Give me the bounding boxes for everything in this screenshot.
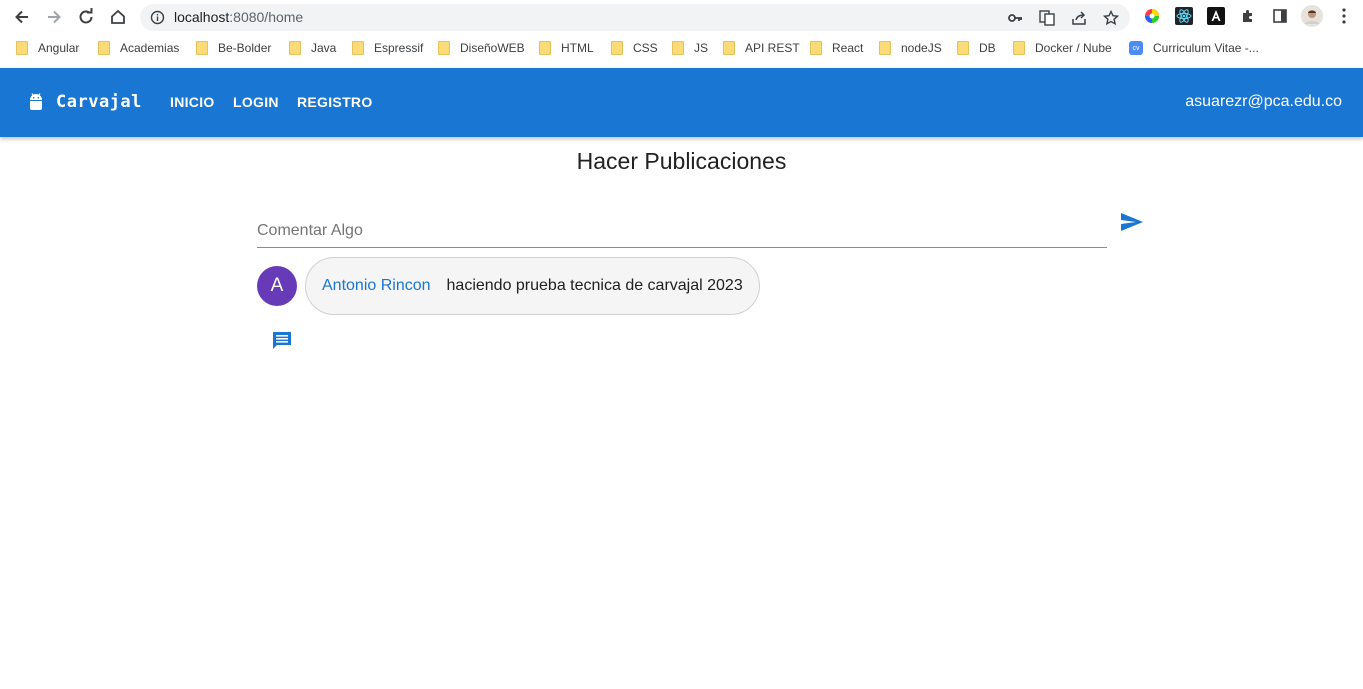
avatar: A bbox=[257, 266, 297, 306]
bookmark-label: Academias bbox=[120, 41, 180, 55]
bookmark-java[interactable]: Java bbox=[289, 41, 336, 55]
comment-field[interactable] bbox=[257, 216, 1107, 248]
star-icon[interactable] bbox=[1102, 9, 1120, 27]
nav-registro[interactable]: REGISTRO bbox=[297, 94, 373, 110]
address-bar[interactable]: localhost:8080/home bbox=[140, 4, 1130, 31]
share-icon[interactable] bbox=[1070, 9, 1088, 27]
side-panel-icon[interactable] bbox=[1271, 7, 1289, 25]
bookmark-label: Be-Bolder bbox=[218, 41, 272, 55]
android-icon bbox=[27, 92, 45, 112]
home-icon[interactable] bbox=[105, 5, 131, 29]
bookmark-disenoweb[interactable]: DiseñoWEB bbox=[438, 41, 525, 55]
nav-inicio[interactable]: INICIO bbox=[170, 94, 215, 110]
folder-icon bbox=[539, 41, 551, 55]
back-icon[interactable] bbox=[9, 5, 35, 29]
folder-icon bbox=[810, 41, 822, 55]
bookmark-be-bolder[interactable]: Be-Bolder bbox=[196, 41, 271, 55]
reply-button[interactable] bbox=[270, 329, 294, 351]
bookmark-label: HTML bbox=[561, 41, 594, 55]
folder-icon bbox=[957, 41, 969, 55]
bookmark-label: JS bbox=[694, 41, 709, 55]
folder-icon bbox=[352, 41, 364, 55]
bookmark-academias[interactable]: Academias bbox=[98, 41, 179, 55]
url-host: localhost bbox=[174, 9, 230, 25]
post-author[interactable]: Antonio Rincon bbox=[322, 277, 431, 295]
bookmark-api-rest[interactable]: API REST bbox=[723, 41, 800, 55]
bookmarks-bar: Angular Academias Be-Bolder Java Espress… bbox=[0, 34, 1363, 62]
bookmark-espressif[interactable]: Espressif bbox=[352, 41, 423, 55]
reload-icon[interactable] bbox=[73, 5, 99, 29]
send-button[interactable] bbox=[1119, 209, 1145, 235]
bookmark-label: Docker / Nube bbox=[1035, 41, 1112, 55]
profile-avatar-icon[interactable] bbox=[1301, 5, 1323, 27]
url-text[interactable]: localhost:8080/home bbox=[174, 9, 303, 26]
react-devtools-icon[interactable] bbox=[1175, 7, 1193, 25]
bookmark-react[interactable]: React bbox=[810, 41, 863, 55]
folder-icon bbox=[672, 41, 684, 55]
bookmark-angular[interactable]: Angular bbox=[16, 41, 79, 55]
bookmark-label: Angular bbox=[38, 41, 80, 55]
bookmark-css[interactable]: CSS bbox=[611, 41, 658, 55]
page-title: Hacer Publicaciones bbox=[576, 148, 787, 174]
bookmark-label: React bbox=[832, 41, 864, 55]
site-info-icon[interactable] bbox=[150, 10, 165, 25]
comment-input[interactable] bbox=[257, 216, 1107, 246]
bookmark-curriculum-vitae[interactable]: cv Curriculum Vitae -... bbox=[1129, 41, 1259, 55]
folder-icon bbox=[611, 41, 623, 55]
bookmark-docker-nube[interactable]: Docker / Nube bbox=[1013, 41, 1112, 55]
url-path: :8080/home bbox=[229, 9, 304, 25]
folder-icon bbox=[16, 41, 28, 55]
folder-icon bbox=[879, 41, 891, 55]
bookmark-label: DB bbox=[979, 41, 996, 55]
translate-icon[interactable] bbox=[1038, 9, 1056, 27]
bookmark-label: Java bbox=[311, 41, 337, 55]
forward-icon[interactable] bbox=[41, 5, 67, 29]
bookmark-label: Curriculum Vitae -... bbox=[1153, 41, 1259, 55]
bookmark-label: DiseñoWEB bbox=[460, 41, 525, 55]
brand-name[interactable]: Carvajal bbox=[56, 92, 142, 112]
bookmark-db[interactable]: DB bbox=[957, 41, 996, 55]
folder-icon bbox=[723, 41, 735, 55]
angular-devtools-icon[interactable] bbox=[1207, 7, 1225, 25]
bookmark-nodejs[interactable]: nodeJS bbox=[879, 41, 942, 55]
color-picker-extension-icon[interactable] bbox=[1143, 7, 1161, 25]
nav-login[interactable]: LOGIN bbox=[233, 94, 279, 110]
folder-icon bbox=[98, 41, 110, 55]
bookmark-js[interactable]: JS bbox=[672, 41, 708, 55]
bookmark-label: nodeJS bbox=[901, 41, 942, 55]
browser-menu-icon[interactable] bbox=[1335, 7, 1353, 25]
bookmark-label: CSS bbox=[633, 41, 658, 55]
extensions-puzzle-icon[interactable] bbox=[1239, 7, 1257, 25]
app-toolbar: Carvajal INICIO LOGIN REGISTRO asuarezr@… bbox=[0, 68, 1363, 137]
folder-icon bbox=[196, 41, 208, 55]
comment-icon bbox=[273, 332, 291, 349]
folder-icon bbox=[438, 41, 450, 55]
send-icon bbox=[1121, 213, 1143, 231]
post-text: haciendo prueba tecnica de carvajal 2023 bbox=[446, 277, 743, 294]
folder-icon bbox=[1013, 41, 1025, 55]
bookmark-html[interactable]: HTML bbox=[539, 41, 594, 55]
bookmark-label: Espressif bbox=[374, 41, 424, 55]
post-bubble: Antonio Rincon haciendo prueba tecnica d… bbox=[305, 257, 760, 315]
cv-icon: cv bbox=[1129, 41, 1143, 55]
key-icon[interactable] bbox=[1006, 9, 1024, 27]
folder-icon bbox=[289, 41, 301, 55]
bookmark-label: API REST bbox=[745, 41, 800, 55]
browser-toolbar: localhost:8080/home bbox=[0, 0, 1363, 34]
user-email: asuarezr@pca.edu.co bbox=[1185, 93, 1342, 110]
